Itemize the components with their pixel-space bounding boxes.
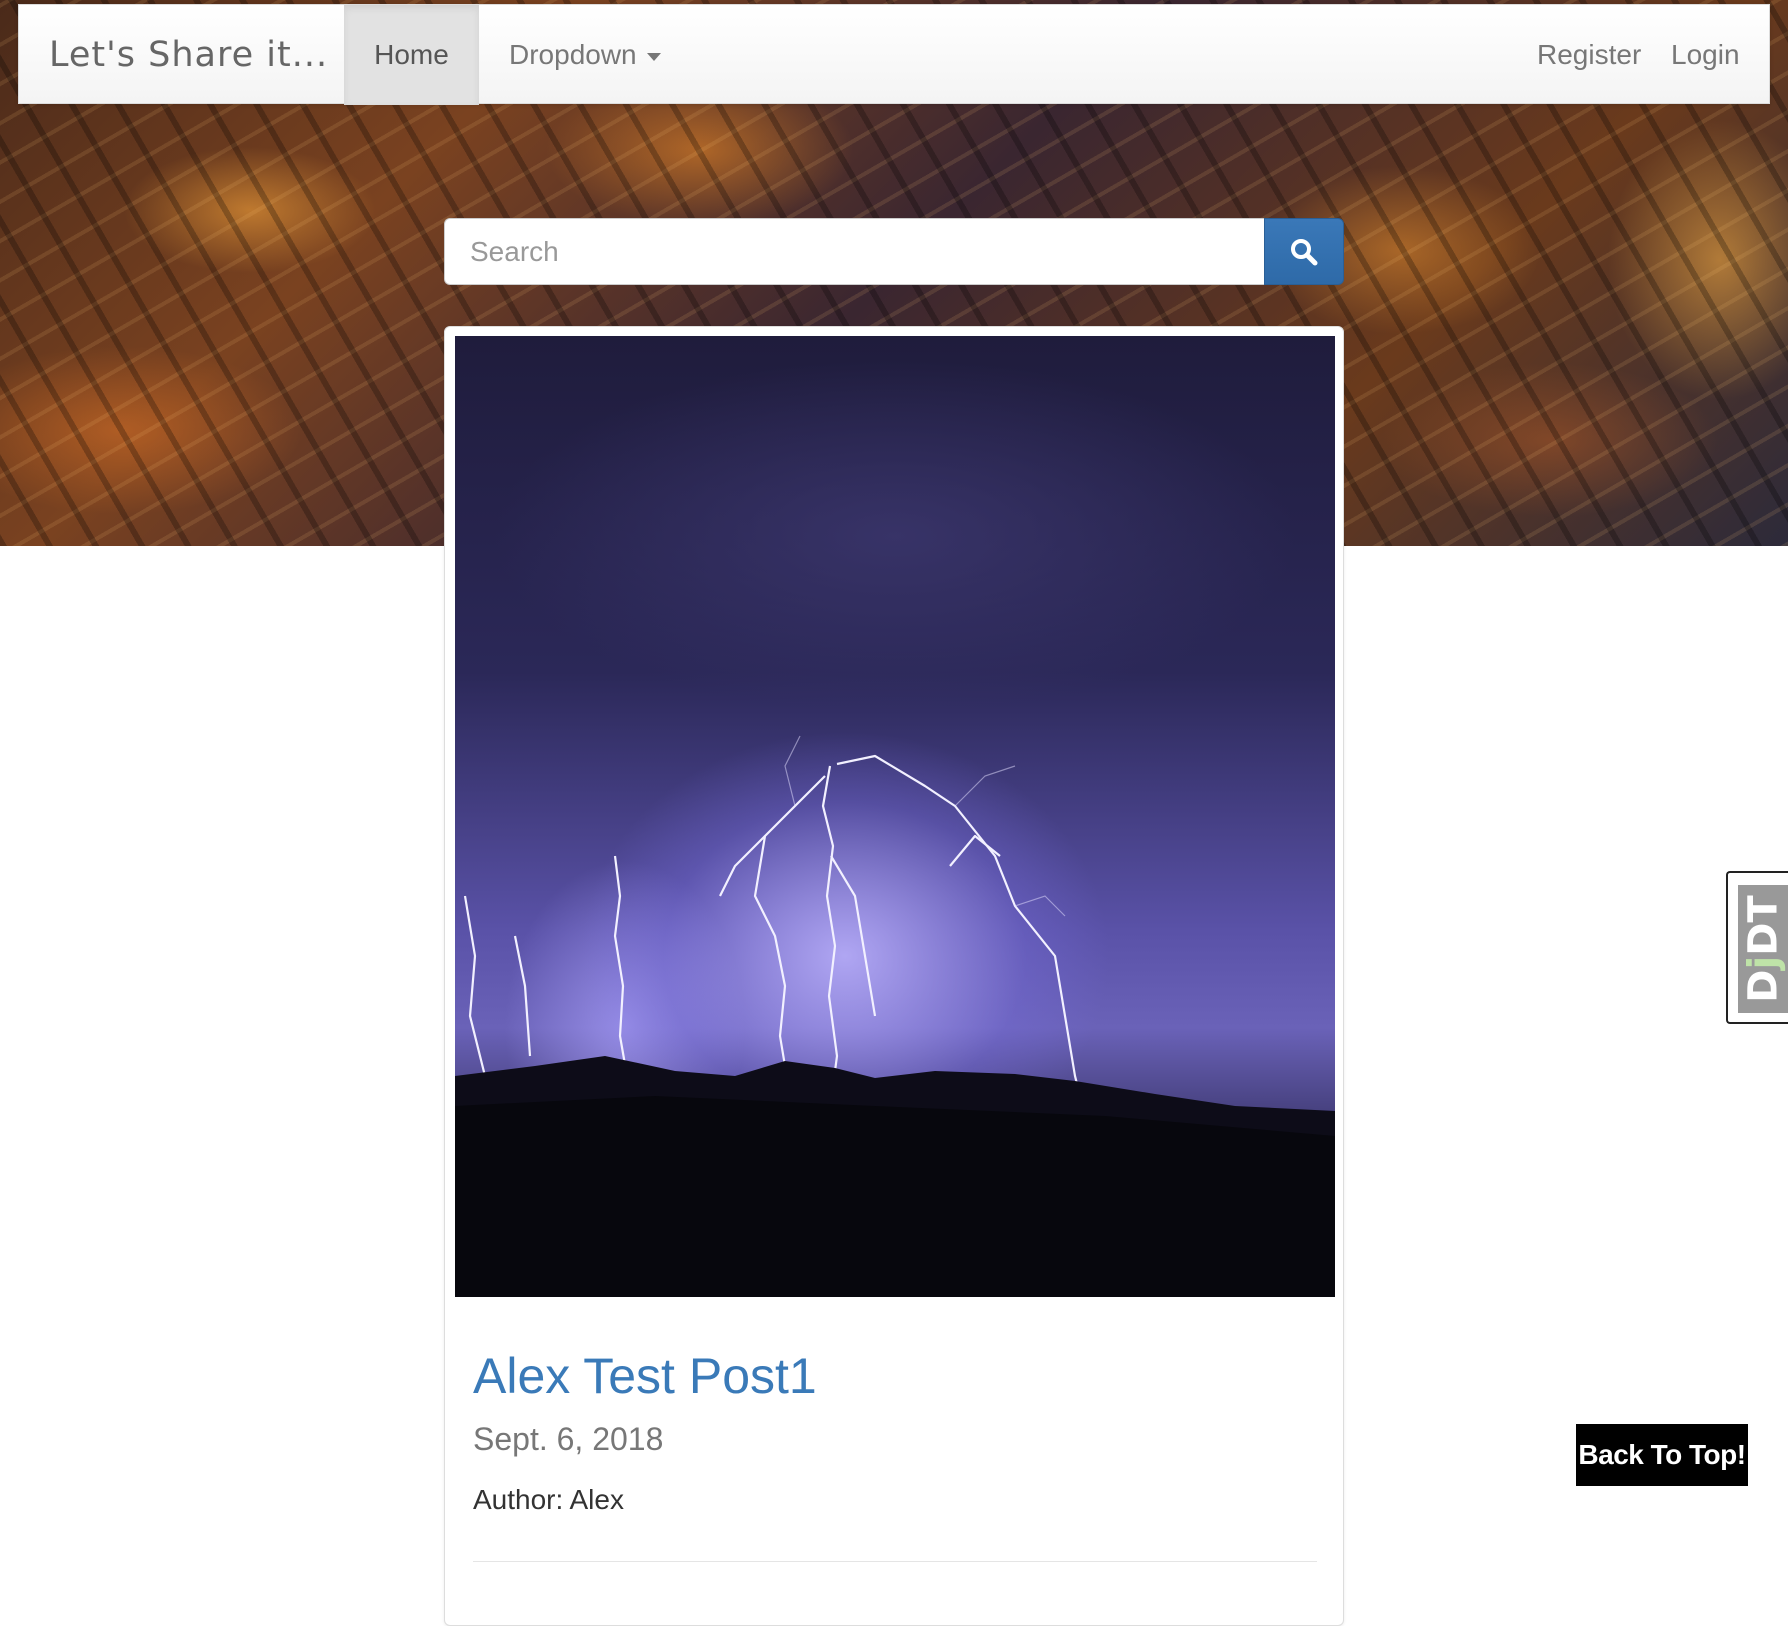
nav-dropdown[interactable]: Dropdown (509, 5, 661, 105)
djdt-label: DjDT (1741, 895, 1788, 1003)
nav-register[interactable]: Register (1537, 5, 1641, 105)
search-button[interactable] (1264, 218, 1344, 285)
djdt-logo-icon: DjDT (1738, 885, 1788, 1013)
brand-logo[interactable]: Let's Share it... (49, 5, 328, 105)
navbar: Let's Share it... Home Dropdown Register… (18, 4, 1770, 105)
post-title-link[interactable]: Alex Test Post1 (473, 1347, 817, 1405)
nav-dropdown-label: Dropdown (509, 39, 637, 70)
nav-login[interactable]: Login (1671, 5, 1740, 105)
search-icon (1291, 238, 1318, 265)
search-form (444, 218, 1344, 285)
post-image-lightning[interactable] (455, 336, 1335, 1297)
search-input[interactable] (444, 218, 1264, 285)
caret-down-icon (646, 52, 661, 61)
post-author: Author: Alex (473, 1484, 624, 1515)
post-date: Sept. 6, 2018 (473, 1421, 664, 1457)
post-divider (473, 1561, 1317, 1562)
nav-home[interactable]: Home (344, 5, 479, 105)
back-to-top-button[interactable]: Back To Top! (1576, 1424, 1748, 1486)
post-card: Alex Test Post1 Sept. 6, 2018 Author: Al… (444, 326, 1344, 1626)
django-debug-toolbar-handle[interactable]: DjDT (1726, 871, 1788, 1024)
